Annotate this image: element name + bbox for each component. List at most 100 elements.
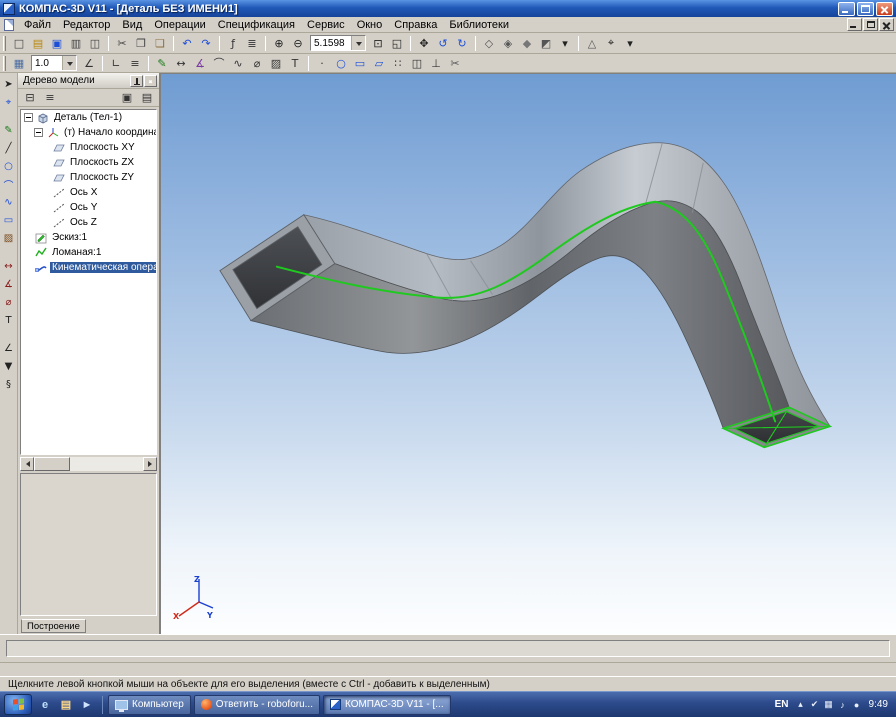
print-preview-button[interactable]: ◫ [86,35,104,52]
layers-button[interactable]: ≡ [126,55,144,72]
collapse-icon[interactable] [34,128,43,137]
zoom-combo[interactable]: 5.1598 [310,35,366,51]
tree-composition-button[interactable]: ≡ [41,89,59,106]
tray-status-icon[interactable]: ● [851,698,863,712]
shaded-mode-button[interactable]: ◆ [518,35,536,52]
menu-help[interactable]: Справка [388,18,443,32]
angle-button[interactable]: ∡ [191,55,209,72]
tree-item-sketch[interactable]: Эскиз:1 [21,230,156,245]
tree-view-mode-button[interactable]: ⊟ [21,89,39,106]
new-document-button[interactable]: □ [10,35,28,52]
perpendicular-button[interactable]: ⊥ [427,55,445,72]
mirror-button[interactable]: ◫ [408,55,426,72]
selection-tool[interactable]: ➤ [1,76,17,92]
menu-specification[interactable]: Спецификация [212,18,301,32]
circle-button[interactable]: ○ [332,55,350,72]
zoom-area-button[interactable]: ⊡ [369,35,387,52]
tree-extra-button[interactable]: ▤ [138,89,156,106]
angle-dimension-tool[interactable]: ∡ [1,276,17,292]
tree-item-plane-xy[interactable]: Плоскость XY [21,140,156,155]
geometry-tool[interactable]: ⌖ [1,94,17,110]
undo-button[interactable]: ↶ [178,35,196,52]
dropdown-arrow-icon[interactable] [62,56,76,70]
variables-button[interactable]: ƒ [224,35,242,52]
collapse-icon[interactable] [24,113,33,122]
scrollbar-thumb[interactable] [34,457,70,471]
menu-window[interactable]: Окно [351,18,389,32]
wireframe-mode-button[interactable]: ◇ [480,35,498,52]
language-indicator[interactable]: EN [775,699,789,710]
fit-all-button[interactable]: ◱ [388,35,406,52]
diameter-dimension-tool[interactable]: ⌀ [1,294,17,310]
spline-button[interactable]: ∿ [229,55,247,72]
display-mode-dropdown[interactable]: ▾ [556,35,574,52]
redo-button[interactable]: ↷ [197,35,215,52]
open-document-button[interactable]: ▤ [29,35,47,52]
perspective-button[interactable]: △ [583,35,601,52]
tray-volume-icon[interactable]: ♪ [837,698,849,712]
hatch-tool[interactable]: ▨ [1,230,17,246]
filter-tool[interactable]: ▼ [1,358,17,374]
close-button[interactable] [876,2,893,16]
zoom-out-button[interactable]: ⊖ [289,35,307,52]
sketch-mode-button[interactable]: ✎ [153,55,171,72]
tray-hidden-icons-button[interactable]: ▴ [795,698,807,712]
menu-libraries[interactable]: Библиотеки [443,18,515,32]
dropdown-arrow-icon[interactable] [351,36,365,50]
toolbar-grip[interactable] [3,36,6,51]
shaded-edges-mode-button[interactable]: ◩ [537,35,555,52]
ortho-button[interactable]: ∟ [107,55,125,72]
menu-operations[interactable]: Операции [148,18,211,32]
print-button[interactable]: ▥ [67,35,85,52]
text-tool[interactable]: Т [1,312,17,328]
measure-button[interactable]: ↔ [172,55,190,72]
mdi-minimize-button[interactable] [847,18,862,31]
taskbar-button-kompas[interactable]: КОМПАС-3D V11 - [... [323,695,451,715]
dimension-tool[interactable]: ↔ [1,258,17,274]
polygon-button[interactable]: ▱ [370,55,388,72]
orientation-dropdown[interactable]: ▾ [621,35,639,52]
specification-tool[interactable]: § [1,376,17,392]
tray-security-icon[interactable]: ✔ [809,698,821,712]
menu-service[interactable]: Сервис [301,18,351,32]
zoom-in-button[interactable]: ⊕ [270,35,288,52]
copy-button[interactable]: ❐ [132,35,150,52]
text-button[interactable]: Т [286,55,304,72]
panel-close-icon[interactable] [144,75,157,87]
library-manager-button[interactable]: ≣ [243,35,261,52]
scrollbar-track[interactable] [70,457,143,471]
menu-view[interactable]: Вид [116,18,148,32]
viewport-3d[interactable]: Z X Y [160,73,896,634]
save-button[interactable]: ▣ [48,35,66,52]
menu-file[interactable]: Файл [18,18,57,32]
tree-item-axis-x[interactable]: Ось X [21,185,156,200]
mdi-close-button[interactable] [879,18,894,31]
pin-icon[interactable] [130,75,143,87]
tray-network-icon[interactable]: ▦ [823,698,835,712]
line-tool[interactable]: ╱ [1,140,17,156]
arc-button[interactable]: ⌒ [210,55,228,72]
hatch-button[interactable]: ▨ [267,55,285,72]
tree-item-polyline[interactable]: Ломаная:1 [21,245,156,260]
paste-button[interactable]: ❏ [151,35,169,52]
orientation-button[interactable]: ⌖ [602,35,620,52]
pan-button[interactable]: ✥ [415,35,433,52]
grid-button[interactable]: ▦ [10,55,28,72]
mdi-restore-button[interactable] [863,18,878,31]
tree-item-axis-y[interactable]: Ось Y [21,200,156,215]
circle-tool[interactable]: ○ [1,158,17,174]
tree-item-part[interactable]: Деталь (Тел-1) [21,110,156,125]
quick-launch-media-button[interactable]: ► [77,695,97,715]
scroll-right-icon[interactable] [143,457,157,471]
rotate-view-button[interactable]: ↻ [453,35,471,52]
restore-button[interactable] [857,2,874,16]
refresh-button[interactable]: ↺ [434,35,452,52]
taskbar-button-computer[interactable]: Компьютер [108,695,191,715]
point-button[interactable]: · [313,55,331,72]
array-button[interactable]: ∷ [389,55,407,72]
rectangle-button[interactable]: ▭ [351,55,369,72]
tree-horizontal-scrollbar[interactable] [20,457,157,471]
arc-tool[interactable]: ⌒ [1,176,17,192]
quick-launch-ie-button[interactable]: e [35,695,55,715]
tree-detach-button[interactable]: ▣ [118,89,136,106]
